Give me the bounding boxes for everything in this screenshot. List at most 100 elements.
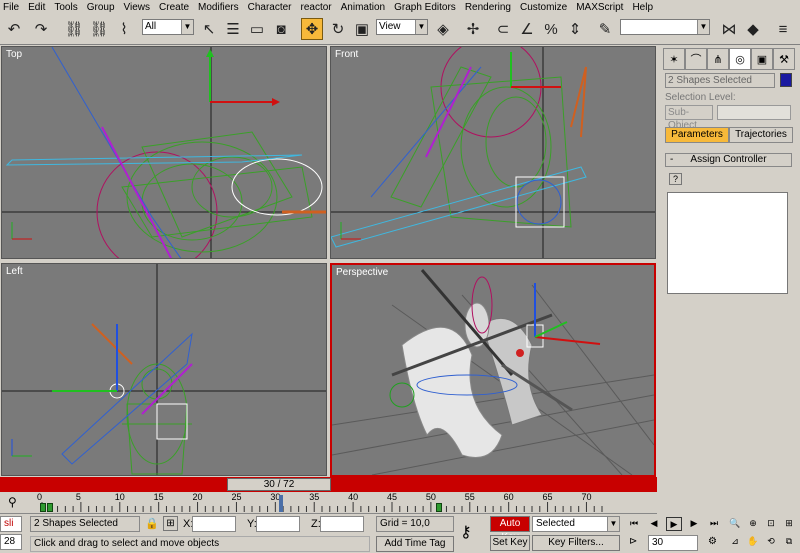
menu-item-graph-editors[interactable]: Graph Editors [394,2,456,13]
motion-tab-icon[interactable]: ◎ [729,48,751,70]
parameters-tab-button[interactable]: Parameters [665,127,729,143]
script-listener-field[interactable]: sli [0,516,22,532]
sub-object-button[interactable]: Sub-Object [665,105,713,131]
viewport-top[interactable]: Top [1,46,327,259]
viewport-label-perspective[interactable]: Perspective [336,267,388,278]
current-frame-field[interactable]: 30 [648,535,698,551]
goto-end-icon[interactable]: ⏭ [706,517,722,531]
time-slider-thumb[interactable]: 30 / 72 [227,478,331,491]
y-coord-field[interactable] [256,516,300,532]
pivot-center-icon[interactable]: ◈ [432,18,454,40]
next-frame-icon[interactable]: ▶ [686,517,702,531]
select-object-icon[interactable]: ↖ [198,18,220,40]
unlink-icon[interactable]: ⛓ [88,18,110,40]
command-panel: ✶ ⌒ ⋔ ◎ ▣ ⚒ 2 Shapes Selected Selection … [659,45,800,493]
selection-color-swatch[interactable] [780,73,792,87]
arc-rotate-icon[interactable]: ⟲ [763,535,779,549]
select-scale-icon[interactable]: ▣ [351,18,373,40]
sub-object-dropdown[interactable] [717,105,791,120]
menu-item-create[interactable]: Create [159,2,189,13]
menu-item-file[interactable]: File [3,2,19,13]
trajectories-tab-button[interactable]: Trajectories [729,127,793,143]
key-marker[interactable] [47,503,53,512]
key-mode-dropdown[interactable]: Selected ▼ [532,516,620,532]
select-rotate-icon[interactable]: ↻ [327,18,349,40]
assign-controller-rollout[interactable]: - Assign Controller [665,153,792,167]
align-icon[interactable]: ◆ [742,18,764,40]
rect-selection-icon[interactable]: ▭ [246,18,268,40]
filter-icon[interactable]: ⚲ [8,495,17,509]
menu-item-edit[interactable]: Edit [28,2,45,13]
fov-icon[interactable]: ⊿ [727,535,743,549]
select-manipulate-icon[interactable]: ✢ [462,18,484,40]
modify-tab-icon[interactable]: ⌒ [685,48,707,70]
menu-item-modifiers[interactable]: Modifiers [198,2,239,13]
undo-icon[interactable]: ↶ [3,18,25,40]
key-marker[interactable] [436,503,442,512]
goto-start-icon[interactable]: ⏮ [626,517,642,531]
viewport-left[interactable]: Left [1,263,327,476]
time-config-icon[interactable]: ⚙ [708,536,717,547]
menu-item-reactor[interactable]: reactor [301,2,332,13]
menu-item-tools[interactable]: Tools [54,2,77,13]
spinner-snap-icon[interactable]: ⇕ [564,18,586,40]
selection-filter-dropdown[interactable]: All ▼ [142,19,194,35]
add-time-tag-button[interactable]: Add Time Tag [376,536,454,552]
key-mode-toggle-icon[interactable]: ⊳ [629,536,637,547]
mirror-icon[interactable]: ⋈ [718,18,740,40]
zoom-all-icon[interactable]: ⊕ [745,517,761,531]
maximize-viewport-icon[interactable]: ⧉ [781,535,797,549]
named-selection-sets-dropdown[interactable]: ▼ [620,19,710,35]
zoom-extents-all-icon[interactable]: ⊞ [781,517,797,531]
zoom-icon[interactable]: 🔍 [727,517,743,531]
viewport-label-front[interactable]: Front [335,49,358,60]
angle-snap-icon[interactable]: ∠ [516,18,538,40]
menu-item-rendering[interactable]: Rendering [465,2,511,13]
play-icon[interactable]: ▶ [666,517,682,531]
zoom-extents-icon[interactable]: ⊡ [763,517,779,531]
menu-item-group[interactable]: Group [87,2,115,13]
viewport-label-top[interactable]: Top [6,49,22,60]
set-key-button[interactable]: Set Key [490,535,530,551]
utilities-tab-icon[interactable]: ⚒ [773,48,795,70]
prev-frame-icon[interactable]: ◀ [646,517,662,531]
viewport-perspective[interactable]: Perspective [330,263,656,477]
snap-toggle-icon[interactable]: ⊂ [492,18,514,40]
script-line-field[interactable]: 28 [0,534,22,550]
edit-named-selection-icon[interactable]: ✎ [594,18,616,40]
percent-snap-icon[interactable]: % [540,18,562,40]
time-slider[interactable]: 30 / 72 [0,477,657,492]
select-link-icon[interactable]: ⛓ [63,18,85,40]
pan-icon[interactable]: ✋ [745,535,761,549]
menu-item-animation[interactable]: Animation [341,2,385,13]
menu-item-customize[interactable]: Customize [520,2,567,13]
assign-controller-icon[interactable]: ? [669,173,682,185]
key-marker[interactable] [40,503,46,512]
bind-space-warp-icon[interactable]: ⌇ [113,18,135,40]
key-filters-button[interactable]: Key Filters... [532,535,620,551]
layer-manager-icon[interactable]: ≡ [772,18,794,40]
create-tab-icon[interactable]: ✶ [663,48,685,70]
absolute-mode-icon[interactable]: ⊞ [163,516,178,531]
menu-item-help[interactable]: Help [632,2,653,13]
track-bar[interactable]: ⚲ 0 5 10 15 20 25 30 35 40 45 50 55 60 65 70 [0,492,657,514]
hierarchy-tab-icon[interactable]: ⋔ [707,48,729,70]
redo-icon[interactable]: ↷ [30,18,52,40]
x-coord-field[interactable] [192,516,236,532]
viewport-front[interactable]: Front [330,46,656,259]
viewport-label-left[interactable]: Left [6,266,23,277]
menu-item-maxscript[interactable]: MAXScript [576,2,623,13]
display-tab-icon[interactable]: ▣ [751,48,773,70]
z-coord-field[interactable] [320,516,364,532]
select-move-icon[interactable]: ✥ [301,18,323,40]
reference-coord-dropdown[interactable]: View ▼ [376,19,428,35]
menu-item-character[interactable]: Character [248,2,292,13]
select-by-name-icon[interactable]: ☰ [222,18,244,40]
window-crossing-icon[interactable]: ◙ [270,18,292,40]
key-icon[interactable]: ⚷ [460,522,472,542]
controller-tree-list[interactable] [667,192,788,294]
selection-name-field[interactable]: 2 Shapes Selected [665,73,775,88]
menu-item-views[interactable]: Views [124,2,151,13]
auto-key-button[interactable]: Auto Key [490,516,530,543]
lock-icon[interactable]: 🔒 [145,517,159,530]
